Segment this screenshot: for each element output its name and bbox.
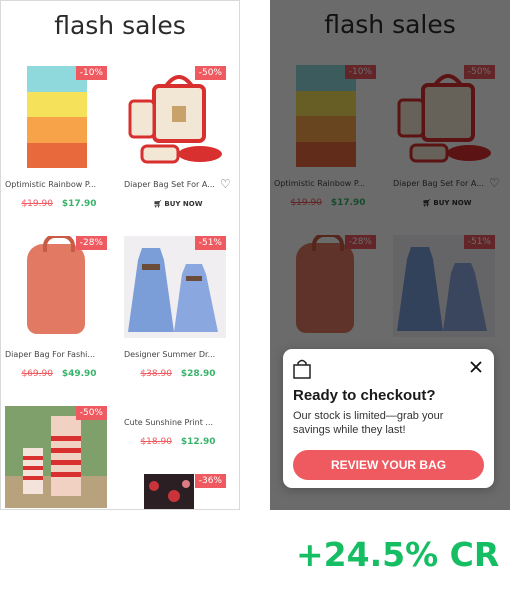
old-price: $69.90 <box>21 369 53 379</box>
discount-badge: -51% <box>194 236 226 250</box>
sale-price: $17.90 <box>61 199 97 209</box>
popup-title: Ready to checkout? <box>293 387 436 404</box>
product-image[interactable]: -36% <box>124 474 226 509</box>
product-image[interactable]: -51% <box>124 236 226 338</box>
page-title: flash sales <box>54 11 186 40</box>
discount-badge: -28% <box>75 236 107 250</box>
product-name[interactable]: Diaper Bag Set For A... <box>124 180 215 189</box>
striped-dresses-image <box>5 416 107 508</box>
sale-price: $49.90 <box>61 369 97 379</box>
product-name[interactable]: Designer Summer Dr... <box>124 350 215 359</box>
buy-now-button[interactable]: 🛒︎ BUY NOW <box>124 200 232 208</box>
product-card[interactable]: -28% Diaper Bag For Fashi... $69.90 $49.… <box>5 236 113 379</box>
product-card[interactable]: -51% Designer Summer Dr... $38.90 $28.90 <box>124 236 232 379</box>
rainbow-canvas-image <box>27 66 87 168</box>
discount-badge: -36% <box>194 474 226 488</box>
backpack-image <box>27 236 85 334</box>
discount-badge: -10% <box>75 66 107 80</box>
red-diaper-bag-image <box>128 75 222 164</box>
product-name[interactable]: Cute Sunshine Print ... <box>124 418 213 427</box>
old-price: $19.90 <box>21 199 53 209</box>
product-image[interactable]: -28% <box>5 236 107 338</box>
buy-now-label: BUY NOW <box>164 200 203 208</box>
checkout-reminder-popup: Ready to checkout? Our stock is limited—… <box>283 349 494 488</box>
product-name[interactable]: Diaper Bag For Fashi... <box>5 350 95 359</box>
product-grid-screen-right: flash sales -10% Optimistic Rainbow P...… <box>270 0 510 510</box>
cart-icon: 🛒︎ <box>153 200 163 208</box>
product-image[interactable]: -10% <box>5 66 107 168</box>
product-card[interactable]: -50% Diaper Bag Set For A... ♡ 🛒︎ BUY NOW <box>124 66 232 208</box>
old-price: $18.90 <box>140 437 172 447</box>
product-grid-screen-left: flash sales -10% Optimistic Rainbow P...… <box>0 0 240 510</box>
product-card[interactable]: -36% <box>124 474 232 509</box>
popup-message: Our stock is limited—grab your savings w… <box>293 410 444 436</box>
discount-badge: -50% <box>75 406 107 420</box>
product-image[interactable]: -50% <box>124 66 226 168</box>
shopping-bag-icon <box>293 359 311 379</box>
sale-price: $28.90 <box>180 369 216 379</box>
product-card[interactable]: Cute Sunshine Print ... $18.90 $12.90 <box>124 406 232 448</box>
close-icon[interactable] <box>469 360 483 374</box>
product-card[interactable]: -50% <box>5 406 113 508</box>
heart-icon[interactable]: ♡ <box>220 178 232 190</box>
sale-price: $12.90 <box>180 437 216 447</box>
product-card[interactable]: -10% Optimistic Rainbow P... $19.90 $17.… <box>5 66 113 209</box>
review-bag-button[interactable]: REVIEW YOUR BAG <box>293 450 484 480</box>
product-image[interactable]: -50% <box>5 406 107 508</box>
discount-badge: -50% <box>194 66 226 80</box>
blue-dresses-image <box>128 248 218 332</box>
old-price: $38.90 <box>140 369 172 379</box>
conversion-rate-result: +24.5% CR <box>296 535 500 574</box>
product-name[interactable]: Optimistic Rainbow P... <box>5 180 96 189</box>
